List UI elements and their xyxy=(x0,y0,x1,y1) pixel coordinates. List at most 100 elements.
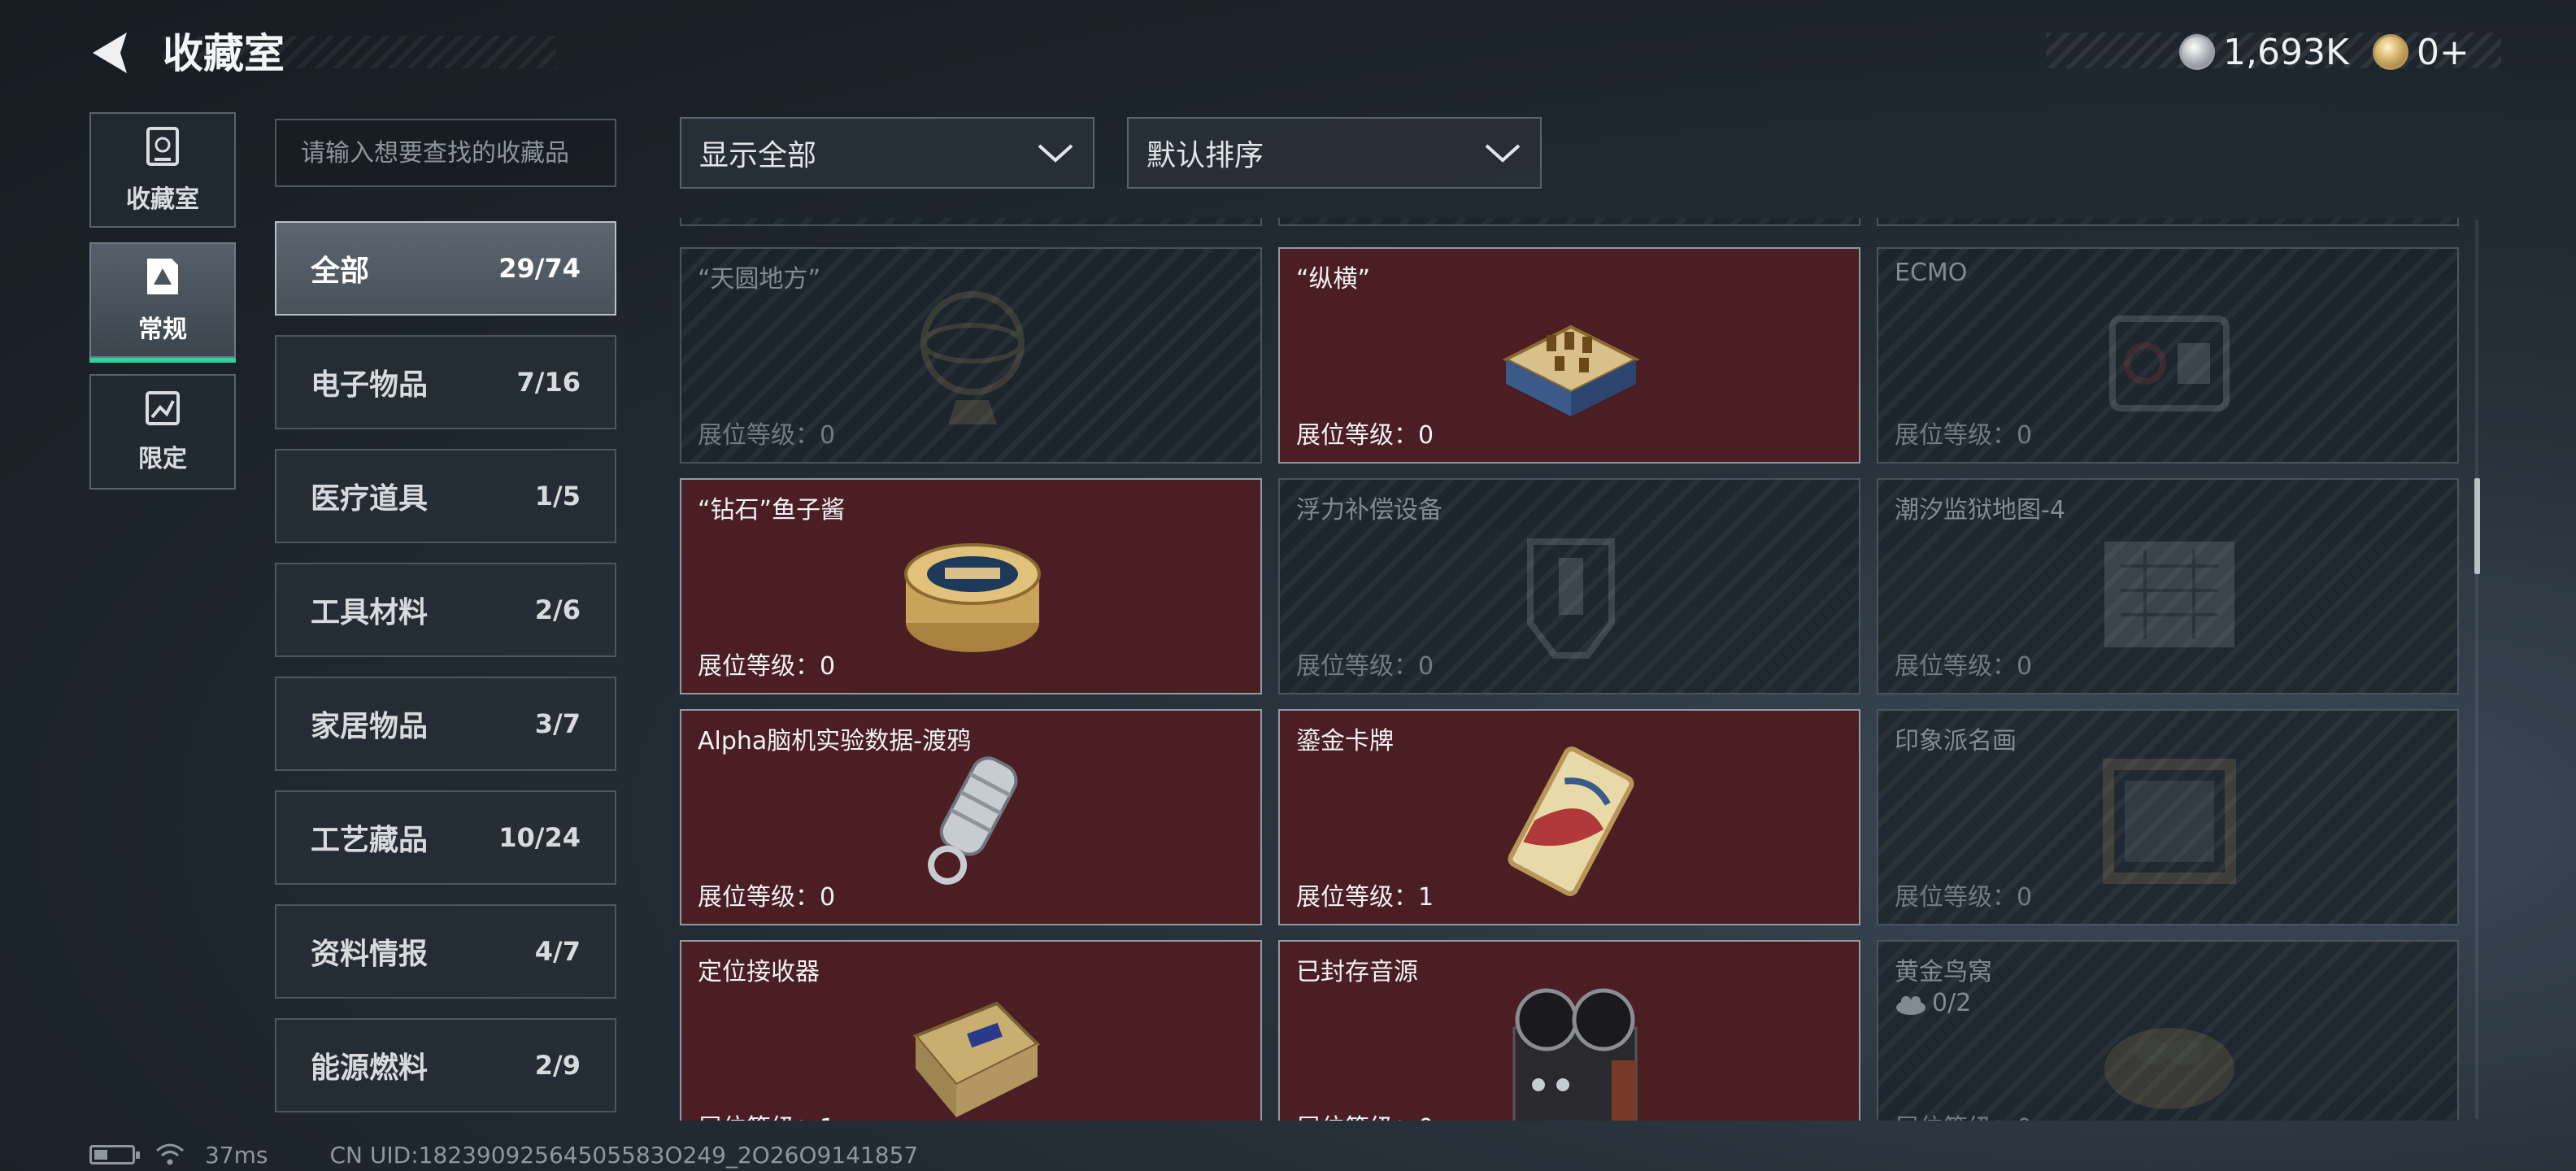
silver-amount: 1,693K xyxy=(2223,31,2349,73)
sort-dropdown-value: 默认排序 xyxy=(1147,139,1264,172)
category-medical[interactable]: 医疗道具 1/5 xyxy=(275,449,616,543)
level-label: 展位等级： xyxy=(1895,883,2017,912)
gilded-card-icon xyxy=(1508,747,1634,896)
item-level: 展位等级：0 xyxy=(1296,1108,1434,1121)
collection-card[interactable]: 鎏金卡牌 展位等级：1 xyxy=(1278,709,1860,925)
level-value: 1 xyxy=(820,1114,835,1121)
item-name: 黄金鸟窝 xyxy=(1895,958,1992,986)
level-label: 展位等级： xyxy=(1895,1114,2017,1121)
uid-text: CN UID:18239092564505583O249_2O26O914185… xyxy=(329,1141,919,1169)
item-name: 浮力补偿设备 xyxy=(1296,496,1442,525)
golden-nest-icon xyxy=(2104,1028,2234,1109)
collection-card[interactable]: 印象派名画 展位等级：0 xyxy=(1877,709,2459,925)
level-label: 展位等级： xyxy=(1296,883,1418,912)
collection-card-partial[interactable] xyxy=(1877,218,2459,226)
search-input[interactable] xyxy=(275,119,616,187)
level-value: 0 xyxy=(1418,652,1434,681)
back-button[interactable] xyxy=(88,29,140,76)
collection-card[interactable]: “天圆地方” 展位等级：0 xyxy=(680,247,1262,464)
category-count: 10/24 xyxy=(498,822,581,853)
category-label: 工艺藏品 xyxy=(311,824,429,857)
category-crafts[interactable]: 工艺藏品 10/24 xyxy=(275,790,616,885)
tab-limited-label: 限定 xyxy=(138,445,187,473)
collection-card[interactable]: 定位接收器 展位等级：1 xyxy=(680,940,1262,1121)
level-label: 展位等级： xyxy=(698,883,820,912)
collection-card-partial[interactable] xyxy=(1278,218,1860,226)
buoyancy-device-icon xyxy=(1527,538,1615,659)
tab-limited[interactable]: 限定 xyxy=(89,374,236,490)
collection-card[interactable]: Alpha脑机实验数据-渡鸦 展位等级：0 xyxy=(680,709,1262,925)
ecmo-machine-icon xyxy=(2109,316,2230,411)
item-name: 潮汐监狱地图-4 xyxy=(1895,496,2065,525)
category-label: 电子物品 xyxy=(311,368,429,402)
collection-card[interactable]: ECMO 展位等级：0 xyxy=(1877,247,2459,464)
category-count: 29/74 xyxy=(498,253,581,284)
collection-card-partial[interactable] xyxy=(680,218,1262,226)
category-count: 2/9 xyxy=(534,1050,581,1081)
collection-card[interactable]: 潮汐监狱地图-4 展位等级：0 xyxy=(1877,478,2459,694)
tab-vault[interactable]: 收藏室 xyxy=(89,112,236,228)
collection-card[interactable]: “钻石”鱼子酱 展位等级：0 xyxy=(680,478,1262,694)
chevron-down-icon xyxy=(1485,144,1521,163)
level-label: 展位等级： xyxy=(698,421,820,450)
tab-regular[interactable]: 常规 xyxy=(89,242,236,363)
level-value: 0 xyxy=(820,421,836,450)
regular-icon xyxy=(147,259,178,294)
chevron-down-icon xyxy=(1038,144,1073,163)
level-value: 0 xyxy=(1418,1114,1434,1121)
item-name: “纵横” xyxy=(1296,265,1371,294)
item-name: “天圆地方” xyxy=(698,265,821,294)
item-name: 已封存音源 xyxy=(1296,958,1418,986)
grid-scrollbar[interactable] xyxy=(2475,220,2478,1119)
category-energy[interactable]: 能源燃料 2/9 xyxy=(275,1018,616,1112)
collection-card[interactable]: 黄金鸟窝 0/2 展位等级：0 xyxy=(1877,940,2459,1121)
gold-currency[interactable]: 0+ xyxy=(2373,24,2469,80)
category-label: 资料情报 xyxy=(311,938,429,971)
level-label: 展位等级： xyxy=(1296,1114,1418,1121)
gold-coin-icon xyxy=(2373,34,2408,70)
nest-small-icon xyxy=(1896,995,1925,1015)
filter-dropdown[interactable]: 显示全部 xyxy=(680,117,1094,189)
category-household[interactable]: 家居物品 3/7 xyxy=(275,677,616,771)
item-level: 展位等级：0 xyxy=(1895,415,2032,451)
level-label: 展位等级： xyxy=(1895,652,2017,681)
level-value: 0 xyxy=(1418,421,1434,450)
category-label: 医疗道具 xyxy=(311,482,429,516)
item-name: 鎏金卡牌 xyxy=(1296,727,1394,755)
level-value: 0 xyxy=(2017,421,2033,450)
grid-scrollbar-thumb[interactable] xyxy=(2474,478,2480,574)
level-value: 0 xyxy=(2017,883,2033,912)
category-tools[interactable]: 工具材料 2/6 xyxy=(275,563,616,657)
limited-icon xyxy=(146,391,180,425)
ping-text: 37ms xyxy=(205,1141,268,1169)
level-label: 展位等级： xyxy=(1895,421,2017,450)
vault-icon xyxy=(146,127,179,166)
sort-dropdown[interactable]: 默认排序 xyxy=(1127,117,1542,189)
collection-card[interactable]: 已封存音源 展位等级：0 xyxy=(1278,940,1860,1121)
level-label: 展位等级： xyxy=(698,1114,820,1121)
page-title: 收藏室 xyxy=(163,30,285,77)
category-count: 1/5 xyxy=(534,481,581,511)
level-value: 0 xyxy=(2017,652,2033,681)
level-value: 0 xyxy=(820,883,836,912)
receiver-icon xyxy=(912,1001,1041,1117)
item-level: 展位等级：0 xyxy=(1895,877,2032,912)
data-capsule-icon xyxy=(928,756,1018,885)
item-name: ECMO xyxy=(1895,259,1968,287)
category-all[interactable]: 全部 29/74 xyxy=(275,221,616,316)
item-level: 展位等级：0 xyxy=(1296,646,1434,681)
tab-vault-label: 收藏室 xyxy=(126,185,199,214)
category-label: 工具材料 xyxy=(311,596,429,629)
item-level: 展位等级：0 xyxy=(1296,415,1434,451)
collection-grid[interactable]: “天圆地方” 展位等级：0 “纵横” 展位等级：0 ECMO 展位等级：0 “钻… xyxy=(680,218,2461,1121)
item-level: 展位等级：1 xyxy=(698,1108,835,1121)
silver-currency[interactable]: 1,693K xyxy=(2179,24,2349,80)
collection-card[interactable]: 浮力补偿设备 展位等级：0 xyxy=(1278,478,1860,694)
level-label: 展位等级： xyxy=(698,652,820,681)
category-count: 3/7 xyxy=(534,708,581,739)
category-intel[interactable]: 资料情报 4/7 xyxy=(275,904,616,999)
battery-icon xyxy=(89,1145,140,1164)
item-level: 展位等级：1 xyxy=(1296,877,1434,912)
collection-card[interactable]: “纵横” 展位等级：0 xyxy=(1278,247,1860,464)
category-electronics[interactable]: 电子物品 7/16 xyxy=(275,335,616,429)
